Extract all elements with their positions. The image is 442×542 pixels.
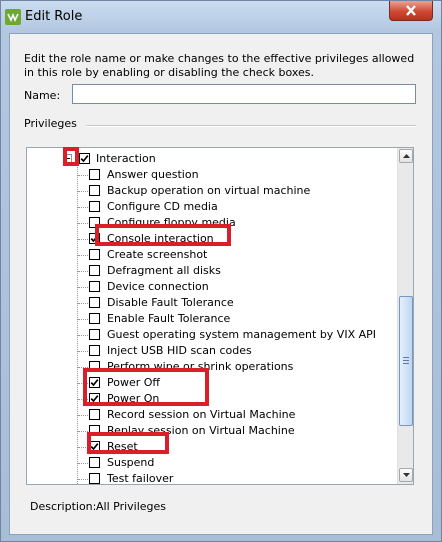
tree-connector (78, 191, 88, 192)
tree-item-label: Test failover (107, 472, 174, 485)
name-input[interactable] (72, 84, 416, 104)
tree-item[interactable]: Backup operation on virtual machine (27, 183, 397, 199)
checkbox[interactable] (89, 201, 100, 212)
tree-item[interactable]: Disable Fault Tolerance (27, 295, 397, 311)
dialog-body: Edit the role name or make changes to th… (9, 33, 433, 535)
checkbox[interactable] (89, 457, 100, 468)
tree-connector (78, 207, 88, 208)
tree-item-label: Configure CD media (107, 200, 218, 213)
tree-item-label: Backup operation on virtual machine (107, 184, 311, 197)
checkbox[interactable] (89, 329, 100, 340)
tree-item[interactable]: Device connection (27, 279, 397, 295)
scroll-thumb[interactable] (399, 296, 413, 426)
checkbox[interactable] (89, 409, 100, 420)
window-title: Edit Role (25, 9, 83, 24)
tree-connector (78, 335, 88, 336)
checkbox[interactable] (89, 265, 100, 276)
tree-item[interactable]: Replay session on Virtual Machine (27, 423, 397, 439)
tree-item[interactable]: Create screenshot (27, 247, 397, 263)
chevron-up-icon (403, 154, 410, 158)
tree-scrollbar[interactable] (397, 148, 413, 484)
tree-item-label: Device connection (107, 280, 209, 293)
tree-item[interactable]: Test failover (27, 471, 397, 485)
tree-connector (78, 287, 88, 288)
grip-line (403, 360, 409, 361)
tree-item[interactable]: Defragment all disks (27, 263, 397, 279)
tree-connector (78, 415, 88, 416)
tree-node-label: Interaction (96, 152, 156, 165)
scroll-up-button[interactable] (399, 149, 413, 163)
tree-connector (78, 255, 88, 256)
close-button[interactable] (389, 1, 433, 21)
highlight-box (87, 432, 169, 454)
checkbox[interactable] (89, 185, 100, 196)
privileges-divider (86, 125, 416, 127)
scroll-down-button[interactable] (399, 468, 413, 482)
checkbox[interactable] (89, 249, 100, 260)
tree-connector (78, 303, 88, 304)
title-bar[interactable]: Edit Role (1, 1, 441, 33)
checkbox[interactable] (79, 153, 90, 164)
tree-connector (78, 223, 88, 224)
tree-connector (78, 463, 88, 464)
checkbox[interactable] (89, 297, 100, 308)
highlight-box (95, 224, 231, 246)
grip-line (403, 363, 409, 364)
tree-item[interactable]: Record session on Virtual Machine (27, 407, 397, 423)
tree-item[interactable]: Reset (27, 439, 397, 455)
chevron-down-icon (403, 473, 410, 477)
tree-connector (78, 351, 88, 352)
highlight-box (63, 147, 79, 166)
checkbox[interactable] (89, 281, 100, 292)
tree-item[interactable]: Inject USB HID scan codes (27, 343, 397, 359)
checkbox[interactable] (89, 313, 100, 324)
tree-item[interactable]: Answer question (27, 167, 397, 183)
name-label: Name: (24, 89, 61, 102)
tree-item[interactable]: Enable Fault Tolerance (27, 311, 397, 327)
description-label: Description: (30, 500, 97, 513)
edit-role-dialog: Edit Role Edit the role name or make cha… (0, 0, 442, 542)
tree-item[interactable]: Configure CD media (27, 199, 397, 215)
tree-connector (78, 175, 88, 176)
vsphere-logo-icon (5, 9, 21, 25)
tree-item-label: Defragment all disks (107, 264, 221, 277)
description-value: All Privileges (96, 500, 167, 513)
close-icon (406, 5, 416, 16)
tree-item-label: Guest operating system management by VIX… (107, 328, 377, 341)
tree-connector (78, 319, 88, 320)
tree-item-label: Enable Fault Tolerance (107, 312, 231, 325)
instructions-text: Edit the role name or make changes to th… (24, 52, 415, 79)
checkbox[interactable] (89, 345, 100, 356)
tree-item[interactable]: Suspend (27, 455, 397, 471)
tree-item[interactable]: Guest operating system management by VIX… (27, 327, 397, 343)
tree-connector (78, 239, 88, 240)
privileges-tree[interactable]: Interaction Answer question Backup operati… (26, 147, 414, 485)
grip-line (403, 357, 409, 358)
tree-item-label: Inject USB HID scan codes (107, 344, 252, 357)
highlight-box (83, 368, 209, 406)
tree-connector (78, 479, 88, 480)
tree-connector (78, 271, 88, 272)
checkbox[interactable] (89, 169, 100, 180)
tree-item-label: Create screenshot (107, 248, 208, 261)
tree-item-label: Record session on Virtual Machine (107, 408, 296, 421)
privileges-label: Privileges (24, 117, 77, 130)
tree-item-label: Suspend (107, 456, 155, 469)
checkbox[interactable] (89, 473, 100, 484)
tree-item-label: Answer question (107, 168, 199, 181)
tree-node-interaction[interactable]: Interaction (27, 151, 397, 167)
tree-item-label: Disable Fault Tolerance (107, 296, 234, 309)
